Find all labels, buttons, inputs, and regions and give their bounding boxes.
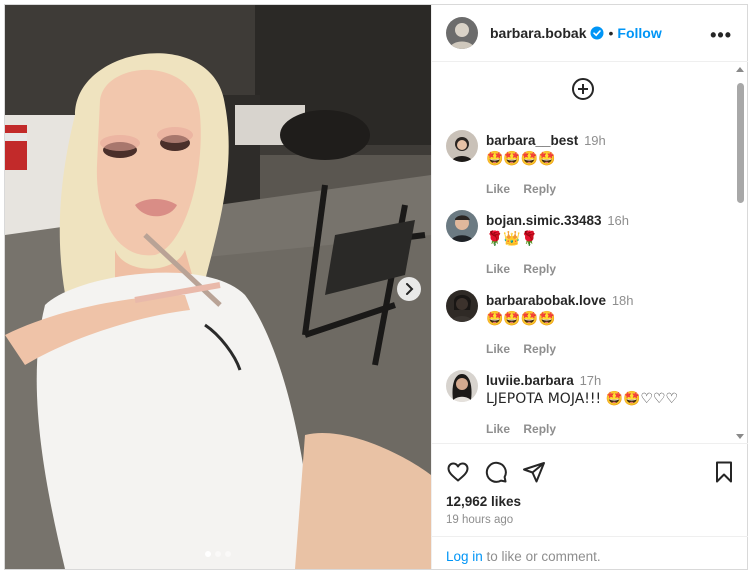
comment-time: 19h bbox=[584, 133, 606, 148]
comment-reply-button[interactable]: Reply bbox=[523, 422, 556, 436]
comment-reply-button[interactable]: Reply bbox=[523, 262, 556, 276]
comment-text: 🤩🤩🤩🤩 bbox=[486, 151, 556, 167]
scrollbar-thumb[interactable] bbox=[737, 83, 744, 203]
more-options-button[interactable]: ••• bbox=[710, 25, 732, 46]
commenter-avatar[interactable] bbox=[446, 210, 478, 242]
commenter-avatar[interactable] bbox=[446, 130, 478, 162]
post-dialog: barbara.bobak • Follow ••• barbara__best… bbox=[4, 4, 748, 570]
login-link[interactable]: Log in bbox=[446, 549, 483, 564]
comment-username[interactable]: barbara__best bbox=[486, 133, 578, 148]
comment-like-button[interactable]: Like bbox=[486, 422, 510, 436]
post-media[interactable] bbox=[5, 5, 431, 569]
comments-list[interactable]: barbara__best 19h 🤩🤩🤩🤩 Like Reply bojan.… bbox=[432, 63, 748, 443]
comment-time: 18h bbox=[611, 293, 634, 308]
comment-reply-button[interactable]: Reply bbox=[523, 182, 556, 196]
chevron-right-icon bbox=[406, 283, 414, 295]
commenter-avatar[interactable] bbox=[446, 370, 478, 402]
login-prompt: Log in to like or comment. bbox=[432, 536, 748, 570]
post-header: barbara.bobak • Follow ••• bbox=[432, 5, 748, 62]
follow-button[interactable]: Follow bbox=[617, 25, 661, 41]
share-icon[interactable] bbox=[522, 460, 546, 484]
heart-icon[interactable] bbox=[446, 460, 470, 484]
next-slide-button[interactable] bbox=[397, 277, 421, 301]
comment-username[interactable]: barbarabobak.love bbox=[486, 293, 606, 308]
likes-count[interactable]: 12,962 likes bbox=[446, 494, 521, 509]
comment-text: 🌹👑🌹 bbox=[486, 231, 539, 247]
comment-username[interactable]: bojan.simic.33483 bbox=[486, 213, 602, 228]
comment-like-button[interactable]: Like bbox=[486, 262, 510, 276]
comment-like-button[interactable]: Like bbox=[486, 182, 510, 196]
add-circle-icon[interactable] bbox=[571, 77, 595, 101]
scroll-up-arrow-icon[interactable] bbox=[736, 67, 744, 72]
carousel-dots bbox=[5, 551, 431, 557]
verified-icon bbox=[590, 26, 604, 40]
scroll-down-arrow-icon[interactable] bbox=[736, 434, 744, 439]
login-prompt-text: to like or comment. bbox=[482, 549, 601, 564]
comment-item: bojan.simic.33483 16h 🌹👑🌹 Like Reply bbox=[446, 210, 736, 280]
comment-text: 🤩🤩🤩🤩 bbox=[486, 311, 556, 327]
comment-reply-button[interactable]: Reply bbox=[523, 342, 556, 356]
comment-text: LJEPOTA MOJA!!! 🤩🤩♡♡♡ bbox=[486, 391, 679, 407]
comment-username[interactable]: luviie.barbara bbox=[486, 373, 574, 388]
comment-time: 17h bbox=[579, 373, 602, 388]
carousel-dot-active bbox=[205, 551, 211, 557]
comment-like-button[interactable]: Like bbox=[486, 342, 510, 356]
post-time: 19 hours ago bbox=[446, 514, 514, 526]
author-avatar[interactable] bbox=[446, 17, 478, 49]
carousel-dot bbox=[215, 551, 221, 557]
commenter-avatar[interactable] bbox=[446, 290, 478, 322]
comment-item: luviie.barbara 17h LJEPOTA MOJA!!! 🤩🤩♡♡♡… bbox=[446, 370, 736, 440]
comment-item: barbarabobak.love 18h 🤩🤩🤩🤩 Like Reply bbox=[446, 290, 736, 360]
comment-icon[interactable] bbox=[484, 460, 508, 484]
author-username[interactable]: barbara.bobak bbox=[490, 25, 586, 41]
post-photo bbox=[5, 5, 431, 569]
post-sidebar: barbara.bobak • Follow ••• barbara__best… bbox=[431, 5, 748, 569]
carousel-dot bbox=[225, 551, 231, 557]
post-actions: 12,962 likes 19 hours ago Log in to like… bbox=[432, 443, 748, 569]
comment-item: barbara__best 19h 🤩🤩🤩🤩 Like Reply bbox=[446, 130, 736, 200]
comments-scrollbar[interactable] bbox=[734, 63, 746, 443]
bookmark-icon[interactable] bbox=[712, 460, 736, 484]
comment-time: 16h bbox=[607, 213, 630, 228]
header-separator: • bbox=[608, 25, 614, 41]
